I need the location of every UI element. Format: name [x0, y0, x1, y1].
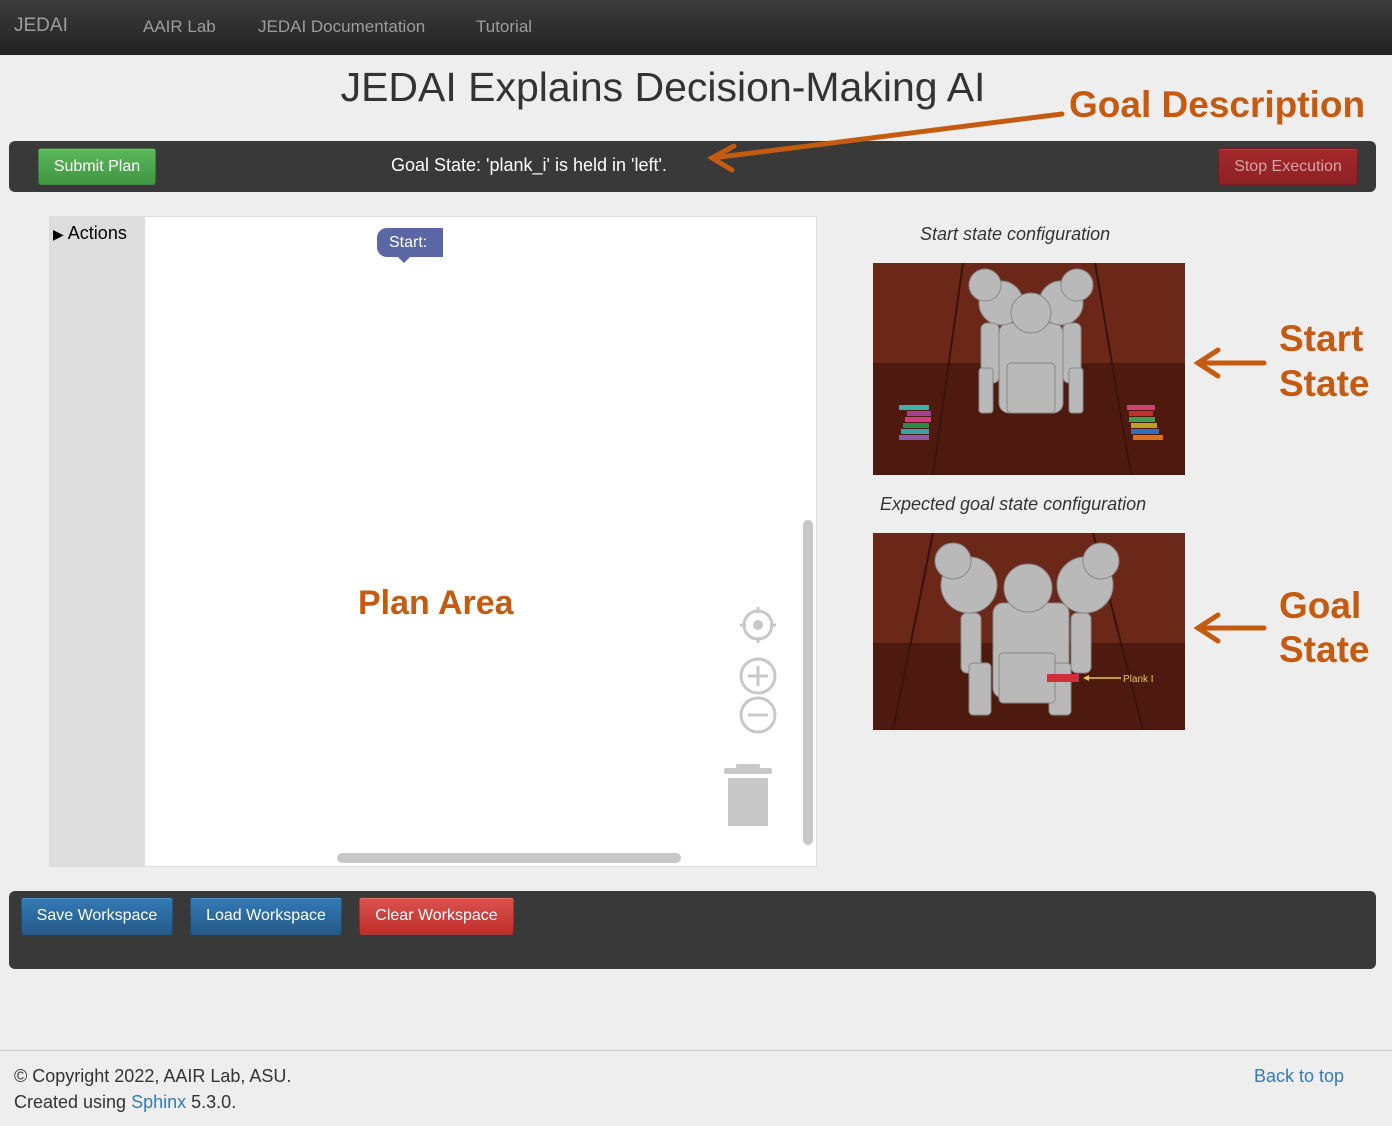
- goal-description-annotation: Goal Description: [1069, 84, 1366, 125]
- footer-divider: [0, 1050, 1392, 1051]
- copyright-text: © Copyright 2022, AAIR Lab, ASU.: [14, 1066, 292, 1086]
- save-workspace-button[interactable]: Save Workspace: [21, 897, 173, 935]
- trash-icon[interactable]: [722, 764, 774, 828]
- created-using-line: Created using Sphinx 5.3.0.: [14, 1092, 236, 1113]
- goal-state-annotation-line2: State: [1279, 629, 1370, 670]
- start-state-annotation-line2: State: [1279, 363, 1370, 404]
- plank-label: Plank I: [1123, 674, 1154, 685]
- toolbox-category-actions[interactable]: ▶ Actions: [53, 223, 127, 244]
- start-block[interactable]: Start:: [377, 228, 443, 263]
- start-state-image: [873, 263, 1185, 475]
- toolbox-category-label: Actions: [67, 223, 127, 243]
- top-navbar: JEDAI AAIR Lab JEDAI Documentation Tutor…: [0, 0, 1392, 55]
- goal-bar: Submit Plan Goal State: 'plank_i' is hel…: [9, 141, 1376, 192]
- nav-link-jedai-documentation[interactable]: JEDAI Documentation: [258, 17, 425, 37]
- start-state-caption: Start state configuration: [920, 224, 1111, 244]
- plan-area-annotation: Plan Area: [358, 584, 514, 622]
- vertical-scrollbar[interactable]: [803, 520, 813, 845]
- recenter-icon[interactable]: [738, 605, 778, 645]
- plan-workspace[interactable]: ▶ Actions Start:: [49, 216, 817, 867]
- expand-triangle-icon: ▶: [53, 226, 64, 242]
- sphinx-link[interactable]: Sphinx: [131, 1092, 186, 1112]
- workspace-controls-bar: Save Workspace Load Workspace Clear Work…: [9, 891, 1376, 969]
- horizontal-scrollbar[interactable]: [337, 853, 681, 863]
- zoom-out-icon[interactable]: [738, 695, 778, 735]
- clear-workspace-button[interactable]: Clear Workspace: [359, 897, 514, 935]
- start-state-annotation-line1: Start: [1279, 318, 1364, 359]
- goal-state-caption: Expected goal state configuration: [880, 494, 1147, 514]
- nav-link-aair-lab[interactable]: AAIR Lab: [143, 17, 216, 37]
- stop-execution-button[interactable]: Stop Execution: [1218, 148, 1358, 185]
- submit-plan-button[interactable]: Submit Plan: [38, 148, 156, 185]
- goal-state-annotation-line1: Goal: [1279, 585, 1362, 626]
- toolbox: ▶ Actions: [50, 217, 145, 866]
- created-using-prefix: Created using: [14, 1092, 127, 1112]
- goal-description: Goal State: 'plank_i' is held in 'left'.: [391, 155, 667, 175]
- goal-state-image: Plank I: [873, 533, 1185, 730]
- nav-link-tutorial[interactable]: Tutorial: [476, 17, 532, 37]
- zoom-in-icon[interactable]: [738, 656, 778, 696]
- brand-link[interactable]: JEDAI: [14, 15, 68, 37]
- load-workspace-button[interactable]: Load Workspace: [190, 897, 342, 935]
- sphinx-version: 5.3.0.: [191, 1092, 237, 1112]
- back-to-top-link[interactable]: Back to top: [1254, 1066, 1344, 1087]
